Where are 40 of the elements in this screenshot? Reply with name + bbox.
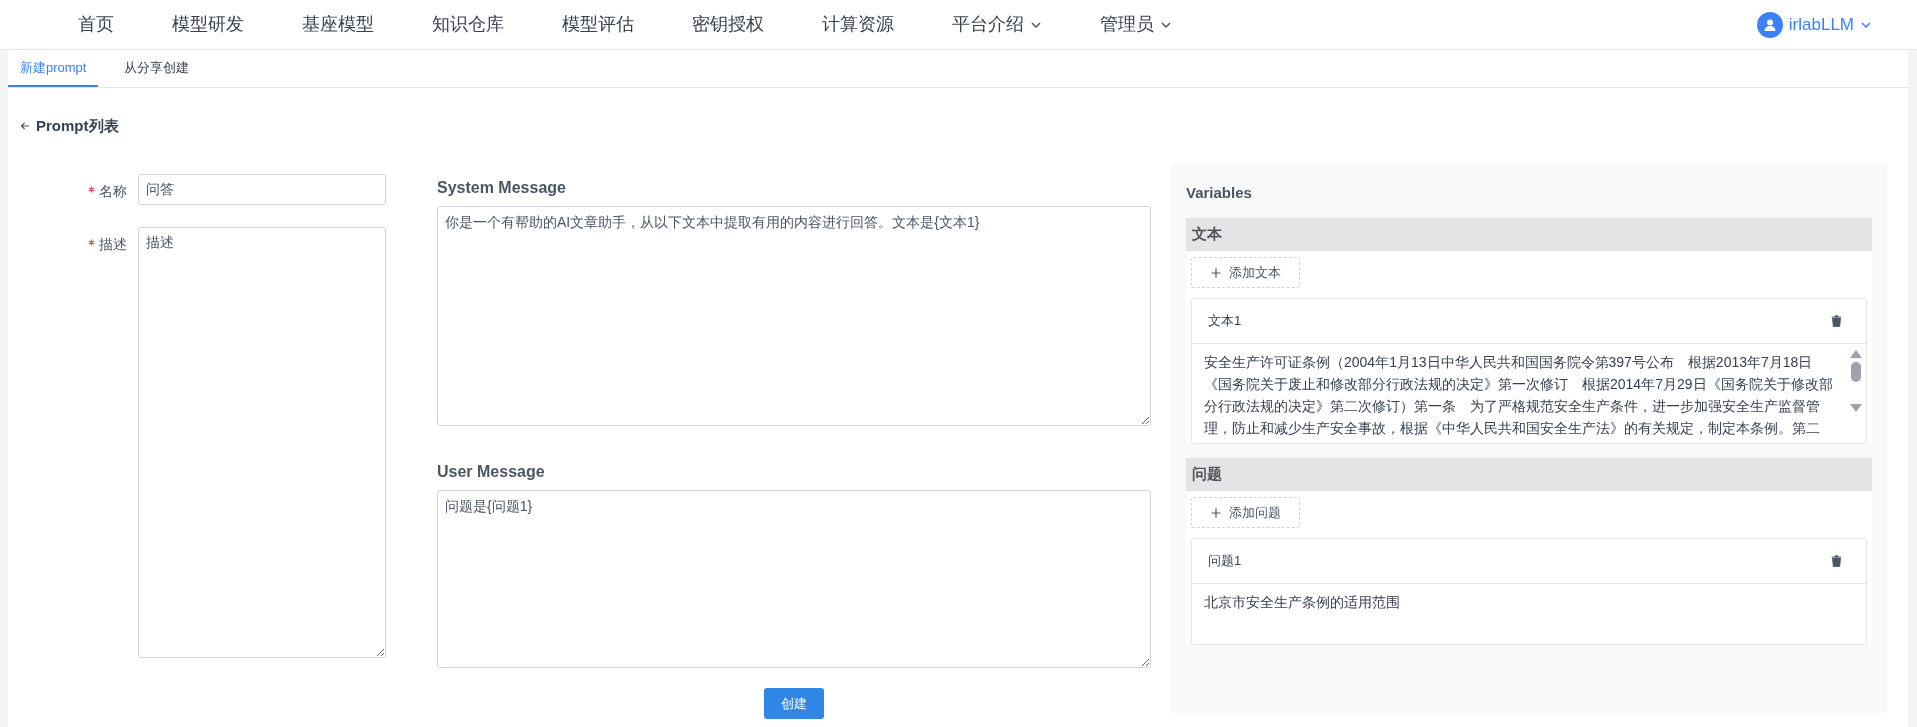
nav-link[interactable]: 知识仓库 bbox=[432, 11, 504, 38]
variable-value-field[interactable]: 安全生产许可证条例（2004年1月13日中华人民共和国国务院令第397号公布 根据2013年7月18日《国务院关于废止和修改部分行政法规的决定》第一次修订 根据2014年7月29日《国务院关于修改部分行政法规的决定》第二次修订）第一条 为了严格规范安全生产条件，进一步加强安全生产监督管理，防止和减少生产安全事故，根据《中华人民共和国安全生产法》的有关规定，制定本条例。第二 bbox=[1192, 344, 1846, 443]
user-menu[interactable]: irlabLLM bbox=[1756, 11, 1872, 38]
group-header: 文本 bbox=[1186, 218, 1872, 251]
section-title: System Message bbox=[437, 178, 567, 196]
scroll-down-arrow-icon[interactable] bbox=[1850, 404, 1862, 412]
scroll-up-arrow-icon[interactable] bbox=[1850, 350, 1862, 358]
delete-icon[interactable] bbox=[1831, 555, 1842, 567]
add-button[interactable]: 添加文本 bbox=[1191, 257, 1300, 288]
message-textarea[interactable]: 你是一个有帮助的AI文章助手，从以下文本中提取有用的内容进行回答。文本是{文本1} bbox=[437, 206, 1151, 426]
nav-link[interactable]: 平台介绍 bbox=[952, 11, 1042, 38]
name-input[interactable]: 问答 bbox=[138, 174, 386, 205]
arrow-left-icon bbox=[20, 121, 30, 131]
section-title: User Message bbox=[437, 462, 546, 480]
scrollbar-thumb[interactable] bbox=[1851, 362, 1861, 382]
create-button[interactable]: 创建 bbox=[764, 688, 824, 719]
nav-link[interactable]: 模型评估 bbox=[562, 11, 634, 38]
plus-icon bbox=[1210, 267, 1221, 278]
nav-link[interactable]: 计算资源 bbox=[822, 11, 894, 38]
avatar-icon bbox=[1756, 11, 1783, 38]
nav-link[interactable]: 管理员 bbox=[1100, 11, 1172, 38]
description-textarea[interactable]: 描述 bbox=[138, 227, 386, 658]
nav-link[interactable]: 基座模型 bbox=[302, 11, 374, 38]
variable-name: 文本1 bbox=[1208, 312, 1242, 331]
tab[interactable]: 从分享创建 bbox=[112, 51, 202, 87]
nav-link[interactable]: 密钥授权 bbox=[692, 11, 764, 38]
nav-link[interactable]: 模型研发 bbox=[172, 11, 244, 38]
field-label: 描述 bbox=[99, 235, 127, 254]
panel-title: Variables bbox=[1186, 183, 1253, 203]
variable-value-field[interactable]: 北京市安全生产条例的适用范围 bbox=[1192, 584, 1866, 644]
variable-name: 问题1 bbox=[1208, 552, 1242, 571]
message-textarea[interactable]: 问题是{问题1} bbox=[437, 490, 1151, 668]
nav-link[interactable]: 首页 bbox=[78, 11, 114, 38]
field-label: 名称 bbox=[99, 182, 127, 201]
back-link[interactable]: Prompt列表 bbox=[20, 114, 119, 138]
group-header: 问题 bbox=[1186, 458, 1872, 491]
delete-icon[interactable] bbox=[1831, 315, 1842, 327]
add-button[interactable]: 添加问题 bbox=[1191, 497, 1300, 528]
tab[interactable]: 新建prompt bbox=[8, 51, 99, 87]
plus-icon bbox=[1210, 507, 1221, 518]
